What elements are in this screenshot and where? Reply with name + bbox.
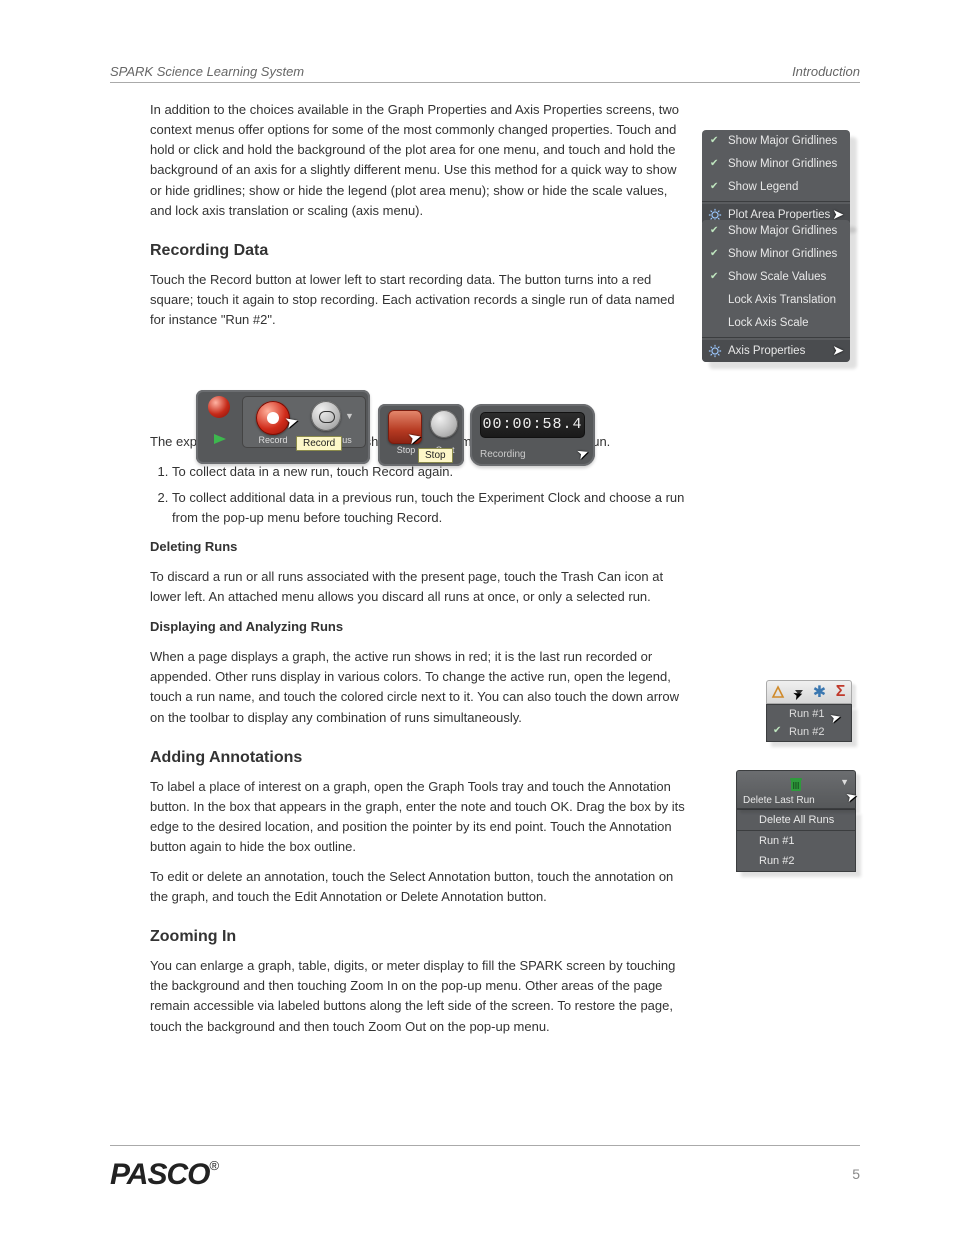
record-tooltip: Record <box>296 436 342 451</box>
heading-annotations: Adding Annotations <box>150 746 690 771</box>
brand-text: PASCO <box>110 1158 209 1191</box>
menu-item-minor-gridlines[interactable]: Show Minor Gridlines <box>702 153 850 176</box>
cursor-icon: ➤ <box>844 788 859 806</box>
run-chooser-menu[interactable]: Run #1 Run #2 <box>766 704 852 742</box>
menu-item-label: Axis Properties <box>728 345 805 357</box>
stop-button[interactable] <box>388 410 422 444</box>
run-chooser-item[interactable]: Run #2 <box>767 723 851 741</box>
trash-icon <box>787 775 805 793</box>
sigma-icon[interactable]: Σ <box>834 685 848 699</box>
annotations-text2: To edit or delete an annotation, touch t… <box>150 867 690 907</box>
timer-readout: 00:00:58.4 <box>480 412 585 438</box>
play-icon <box>214 434 226 444</box>
intro-paragraph: In addition to the choices available in … <box>150 100 690 221</box>
delete-runs-popup[interactable]: Delete Last Run ▼ ➤ Delete All Runs Run … <box>736 770 856 872</box>
heading-recording-data: Recording Data <box>150 239 690 264</box>
cursor-icon: ➤ <box>832 342 844 359</box>
header-rule <box>110 82 860 83</box>
experiment-clock-panel[interactable]: 00:00:58.4 Recording ➤ <box>470 404 595 466</box>
menu-item-axis-properties[interactable]: Axis Properties ➤ <box>702 340 850 362</box>
displaying-text: When a page displays a graph, the active… <box>150 647 690 728</box>
menu-separator <box>702 201 850 202</box>
menu-item-major-gridlines[interactable]: Show Major Gridlines <box>702 130 850 153</box>
timer-status-label: Recording <box>480 449 526 460</box>
delete-button-label: Delete Last Run <box>743 795 815 806</box>
record-indicator-icon <box>208 396 230 418</box>
run-chooser-item[interactable]: Run #1 <box>767 705 851 723</box>
registered-mark: ® <box>209 1158 219 1173</box>
zoom-text: You can enlarge a graph, table, digits, … <box>150 956 690 1037</box>
menu-item-run[interactable]: Run #1 <box>737 831 855 851</box>
footer-rule <box>110 1145 860 1146</box>
dropdown-arrow-icon[interactable]: ➤ <box>792 685 806 699</box>
gear-icon <box>708 344 722 358</box>
heading-displaying: Displaying and Analyzing Runs <box>150 619 343 634</box>
continuous-button[interactable] <box>311 401 341 431</box>
record-button[interactable] <box>256 401 290 435</box>
deleting-text: To discard a run or all runs associated … <box>150 567 690 607</box>
cursor-icon: ➤ <box>575 444 592 464</box>
menu-item-delete-all[interactable]: Delete All Runs <box>737 810 855 830</box>
header-section: Introduction <box>792 64 860 79</box>
body-text: In addition to the choices available in … <box>150 100 690 1047</box>
recording-lead: Touch the Record button at lower left to… <box>150 270 690 330</box>
run-chooser-toolbar[interactable]: ➤ ✱ Σ <box>766 680 852 704</box>
stop-tooltip: Stop <box>418 448 453 463</box>
axis-context-menu[interactable]: Show Major Gridlines Show Minor Gridline… <box>702 220 850 362</box>
continuous-button-2[interactable] <box>430 410 458 438</box>
heading-zoom: Zooming In <box>150 925 690 950</box>
dropdown-arrow-icon[interactable]: ▼ <box>345 411 354 421</box>
triangle-icon[interactable] <box>771 685 785 699</box>
annotations-text: To label a place of interest on a graph,… <box>150 777 690 858</box>
menu-item-lock-scale[interactable]: Lock Axis Scale <box>702 312 850 335</box>
stop-toolbar-panel: Stop Cont ➤ Stop <box>378 404 464 466</box>
recording-step-2: To collect additional data in a previous… <box>172 488 690 528</box>
record-toolbar-panel: Record ▼ Continuous ➤ Record <box>196 390 370 464</box>
page-number: 5 <box>852 1166 860 1182</box>
heading-deleting: Deleting Runs <box>150 539 237 554</box>
header-product: SPARK Science Learning System <box>110 64 304 79</box>
plot-area-context-menu[interactable]: Show Major Gridlines Show Minor Gridline… <box>702 130 850 226</box>
delete-runs-menu[interactable]: Delete All Runs Run #1 Run #2 <box>736 809 856 872</box>
menu-item-minor-gridlines[interactable]: Show Minor Gridlines <box>702 243 850 266</box>
delete-last-run-button[interactable]: Delete Last Run ▼ ➤ <box>736 770 856 809</box>
record-button-label: Record <box>251 435 295 445</box>
menu-separator <box>702 337 850 338</box>
menu-item-run[interactable]: Run #2 <box>737 851 855 871</box>
dropdown-arrow-icon[interactable]: ▼ <box>840 777 849 787</box>
snowflake-icon[interactable]: ✱ <box>813 685 827 699</box>
menu-item-scale-values[interactable]: Show Scale Values <box>702 266 850 289</box>
brand-logo: PASCO® <box>110 1158 219 1192</box>
menu-item-show-legend[interactable]: Show Legend <box>702 176 850 199</box>
menu-item-lock-translation[interactable]: Lock Axis Translation <box>702 289 850 312</box>
run-chooser-popup[interactable]: ➤ ✱ Σ Run #1 Run #2 ➤ <box>766 680 852 742</box>
menu-item-major-gridlines[interactable]: Show Major Gridlines <box>702 220 850 243</box>
